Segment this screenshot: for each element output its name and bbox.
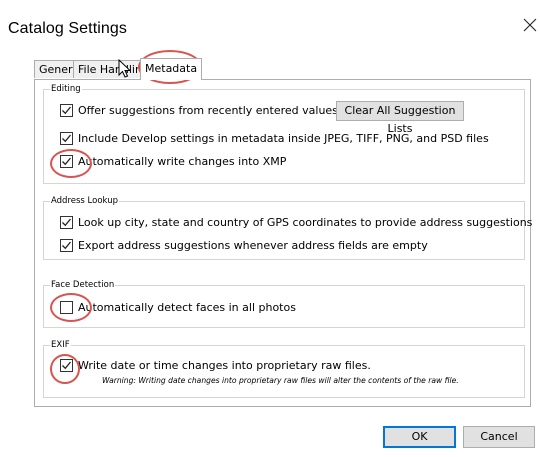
export-address-suggestions-checkbox[interactable] — [60, 239, 73, 252]
include-develop-settings-label: Include Develop settings in metadata ins… — [78, 132, 489, 145]
export-address-suggestions-label: Export address suggestions whenever addr… — [78, 239, 428, 252]
clear-all-suggestion-lists-button[interactable]: Clear All Suggestion Lists — [336, 101, 464, 135]
offer-suggestions-checkbox[interactable] — [60, 104, 73, 117]
lookup-gps-label: Look up city, state and country of GPS c… — [78, 216, 533, 229]
dialog-title: Catalog Settings — [8, 20, 128, 37]
write-date-raw-label: Write date or time changes into propriet… — [78, 359, 371, 372]
ok-button[interactable]: OK — [383, 426, 456, 448]
editing-group-label: Editing — [51, 84, 81, 94]
face-detection-group-label: Face Detection — [51, 280, 115, 290]
auto-write-xmp-checkbox[interactable] — [60, 155, 73, 168]
detect-faces-option[interactable]: Automatically detect faces in all photos — [60, 301, 296, 314]
cancel-button[interactable]: Cancel — [463, 426, 535, 448]
title-bar: Catalog Settings — [0, 0, 540, 54]
address-lookup-group-label: Address Lookup — [51, 196, 118, 206]
write-date-raw-checkbox[interactable] — [60, 359, 73, 372]
auto-write-xmp-option[interactable]: Automatically write changes into XMP — [60, 155, 286, 168]
include-develop-settings-checkbox[interactable] — [60, 132, 73, 145]
catalog-settings-dialog: Catalog Settings General File Handling M… — [0, 0, 540, 457]
write-date-raw-option[interactable]: Write date or time changes into propriet… — [60, 359, 371, 372]
auto-write-xmp-label: Automatically write changes into XMP — [78, 155, 287, 168]
close-icon[interactable] — [523, 18, 539, 34]
metadata-panel: Editing Offer suggestions from recently … — [34, 79, 532, 407]
tab-general[interactable]: General — [34, 60, 82, 78]
lookup-gps-option[interactable]: Look up city, state and country of GPS c… — [60, 216, 532, 229]
detect-faces-label: Automatically detect faces in all photos — [78, 301, 296, 314]
offer-suggestions-label: Offer suggestions from recently entered … — [78, 104, 338, 117]
exif-group-label: EXIF — [51, 340, 70, 350]
tab-metadata[interactable]: Metadata — [140, 58, 202, 80]
mouse-pointer-icon — [118, 58, 132, 79]
export-address-suggestions-option[interactable]: Export address suggestions whenever addr… — [60, 239, 428, 252]
offer-suggestions-option[interactable]: Offer suggestions from recently entered … — [60, 104, 338, 117]
detect-faces-checkbox[interactable] — [60, 301, 73, 314]
include-develop-settings-option[interactable]: Include Develop settings in metadata ins… — [60, 132, 489, 145]
lookup-gps-checkbox[interactable] — [60, 216, 73, 229]
raw-file-warning: Warning: Writing date changes into propr… — [102, 376, 459, 385]
